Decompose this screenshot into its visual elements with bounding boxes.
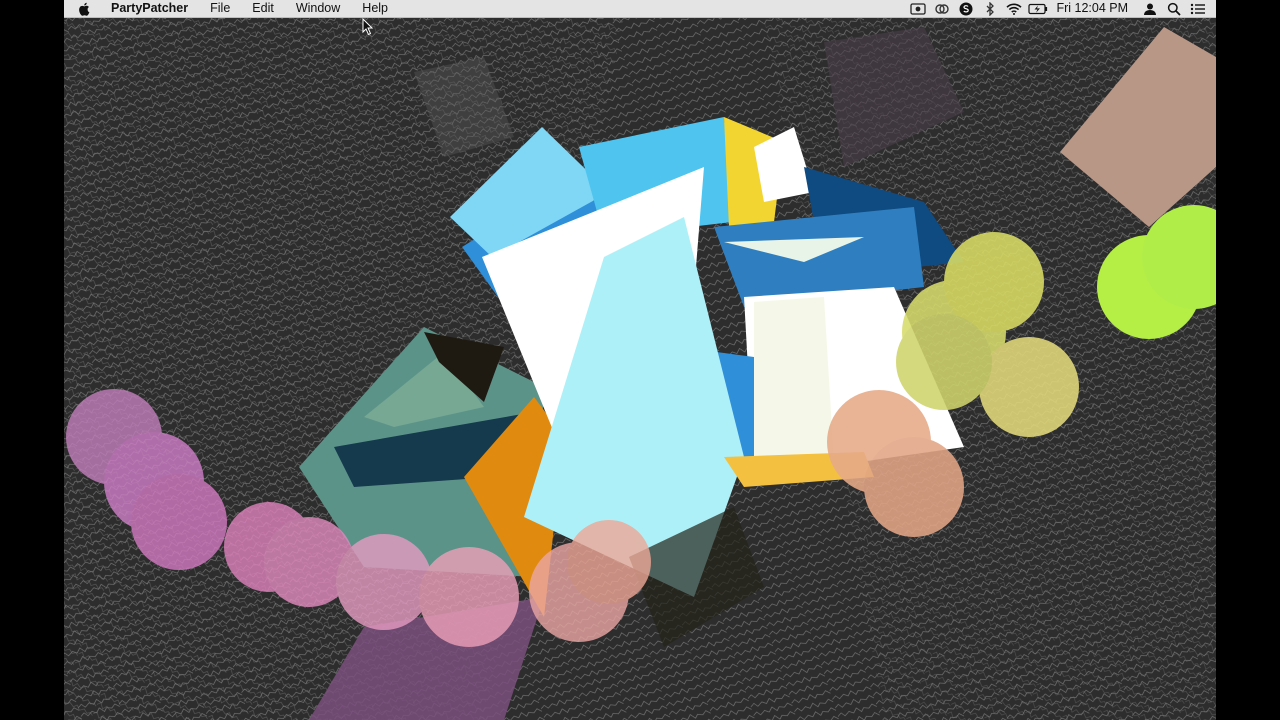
desktop-screen: PartyPatcher File Edit Window Help Fri 1… <box>64 0 1216 720</box>
screen-record-icon[interactable] <box>906 0 930 17</box>
edit-menu[interactable]: Edit <box>241 0 285 17</box>
help-menu[interactable]: Help <box>351 0 399 17</box>
file-menu[interactable]: File <box>199 0 241 17</box>
notification-center-icon[interactable] <box>1186 0 1210 17</box>
mouse-cursor-icon <box>362 18 374 36</box>
menu-bar: PartyPatcher File Edit Window Help Fri 1… <box>64 0 1216 18</box>
battery-charging-icon[interactable] <box>1026 0 1050 17</box>
window-menu[interactable]: Window <box>285 0 351 17</box>
bluetooth-icon[interactable] <box>978 0 1002 17</box>
apple-logo-icon[interactable] <box>78 0 96 17</box>
menubar-clock[interactable]: Fri 12:04 PM <box>1050 0 1138 17</box>
circle-s-icon[interactable] <box>954 0 978 17</box>
spotlight-search-icon[interactable] <box>1162 0 1186 17</box>
wifi-icon[interactable] <box>1002 0 1026 17</box>
visualizer-canvas <box>64 17 1216 720</box>
user-icon[interactable] <box>1138 0 1162 17</box>
app-menu[interactable]: PartyPatcher <box>108 0 199 17</box>
creative-cloud-icon[interactable] <box>930 0 954 17</box>
white-cube-right-face <box>754 297 834 472</box>
